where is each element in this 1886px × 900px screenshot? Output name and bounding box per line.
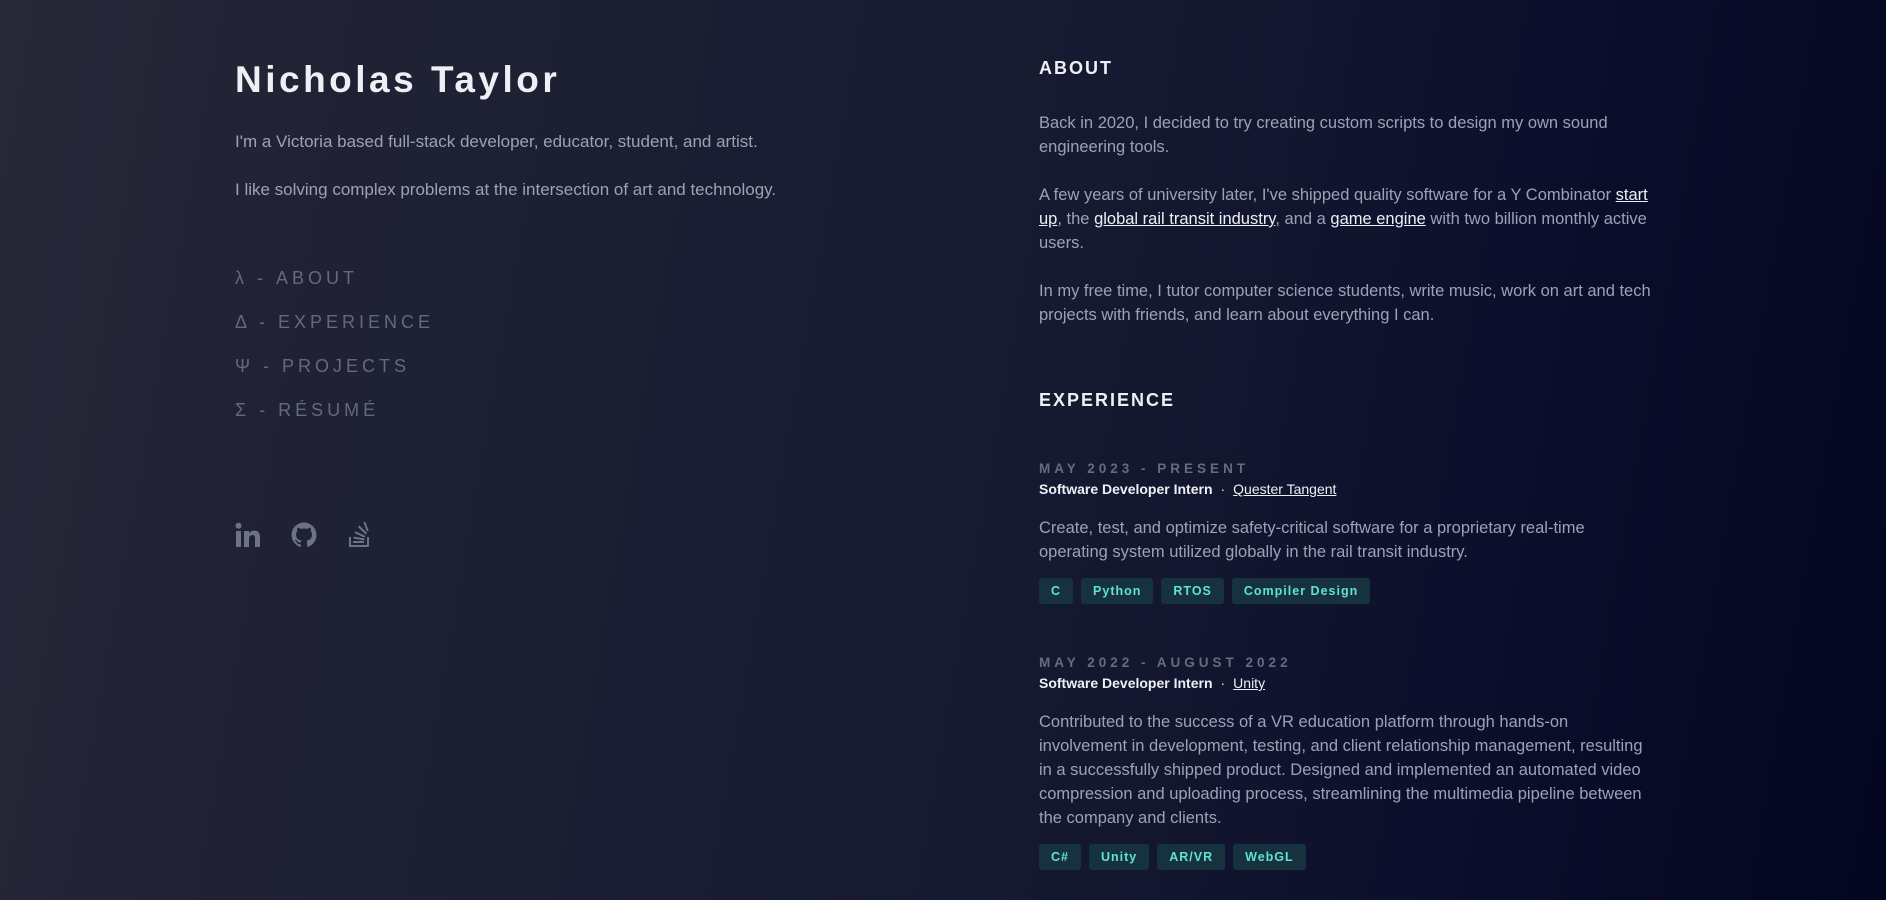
about-paragraph-3: In my free time, I tutor computer scienc…	[1039, 282, 1651, 324]
about-paragraph-2: A few years of university later, I've sh…	[1039, 186, 1648, 252]
job-description: Contributed to the success of a VR educa…	[1039, 713, 1643, 827]
linkedin-icon[interactable]	[235, 522, 261, 548]
job-date: MAY 2022 - AUGUST 2022	[1039, 655, 1292, 670]
tag: Compiler Design	[1231, 578, 1371, 604]
nav-item-about[interactable]: λ - ABOUT	[235, 267, 434, 311]
rail-transit-link[interactable]: global rail transit industry	[1094, 210, 1275, 228]
nav-item-experience[interactable]: Δ - EXPERIENCE	[235, 311, 434, 355]
profile-name: Nicholas Taylor	[235, 59, 561, 100]
tag: C	[1039, 578, 1074, 604]
tag: AR/VR	[1157, 844, 1226, 870]
nav-item-resume[interactable]: Σ - RÉSUMÉ	[235, 399, 434, 443]
github-icon[interactable]	[291, 522, 317, 548]
about-paragraph-1: Back in 2020, I decided to try creating …	[1039, 114, 1608, 156]
job-description: Create, test, and optimize safety-critic…	[1039, 519, 1585, 561]
profile-column: Nicholas Taylor I'm a Victoria based ful…	[235, 56, 855, 547]
tag-list: C Python RTOS Compiler Design	[1039, 578, 1371, 604]
tag-list: C# Unity AR/VR WebGL	[1039, 844, 1306, 870]
section-nav: λ - ABOUT Δ - EXPERIENCE Ψ - PROJECTS Σ …	[235, 267, 434, 443]
job-date: MAY 2023 - PRESENT	[1039, 461, 1250, 476]
company-link[interactable]: Unity	[1233, 675, 1265, 691]
nav-item-projects[interactable]: Ψ - PROJECTS	[235, 355, 434, 399]
profile-intro: I'm a Victoria based full-stack develope…	[235, 132, 758, 151]
tag: Unity	[1088, 844, 1150, 870]
tag: Python	[1081, 578, 1154, 604]
tag: WebGL	[1233, 844, 1306, 870]
job-title: Software Developer Intern · Unity	[1039, 675, 1266, 691]
social-links	[235, 522, 373, 548]
job-title: Software Developer Intern · Quester Tangen…	[1039, 481, 1337, 497]
experience-heading: EXPERIENCE	[1039, 390, 1176, 410]
tag: RTOS	[1161, 578, 1224, 604]
content-column: ABOUT Back in 2020, I decided to try cre…	[1039, 56, 1651, 870]
about-heading: ABOUT	[1039, 58, 1113, 78]
company-link[interactable]: Quester Tangent	[1233, 481, 1336, 497]
stackoverflow-icon[interactable]	[347, 522, 373, 548]
tag: C#	[1039, 844, 1081, 870]
game-engine-link[interactable]: game engine	[1330, 210, 1425, 228]
profile-tagline: I like solving complex problems at the i…	[235, 180, 777, 199]
